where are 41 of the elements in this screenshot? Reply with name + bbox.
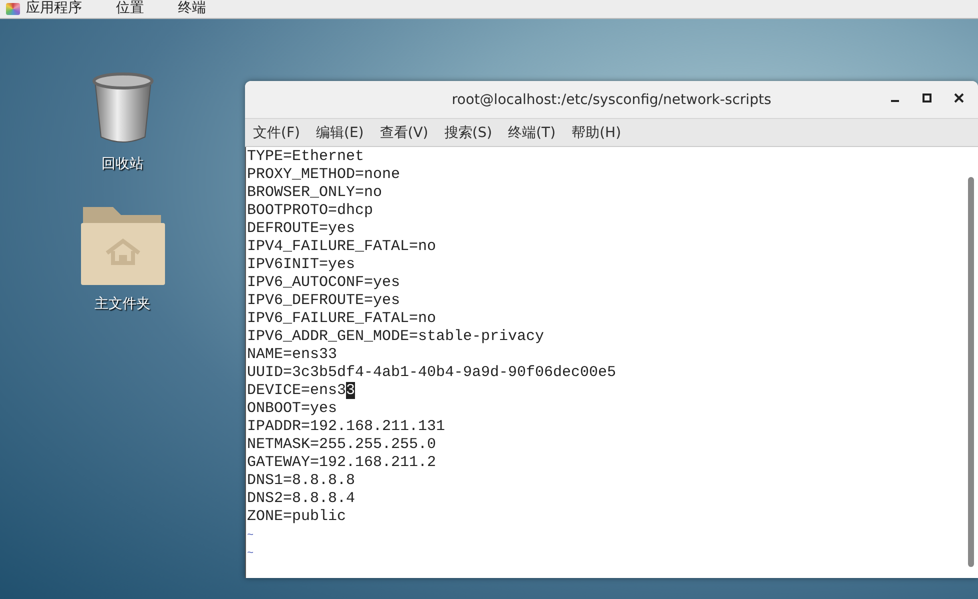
config-line: ZONE=public — [247, 508, 346, 525]
config-line: IPV4_FAILURE_FATAL=no — [247, 238, 436, 255]
top-bar-menu[interactable]: 位置 — [116, 0, 144, 18]
maximize-icon[interactable] — [922, 93, 932, 103]
config-line: DNS1=8.8.8.8 — [247, 472, 356, 489]
scrollbar-thumb[interactable] — [968, 177, 974, 567]
menu-item[interactable]: 帮助(H) — [572, 124, 622, 142]
menu-item[interactable]: 编辑(E) — [316, 124, 364, 142]
config-line: NETMASK=255.255.255.0 — [247, 436, 436, 453]
config-line: BOOTPROTO=dhcp — [247, 202, 374, 219]
config-line: ONBOOT=yes — [247, 400, 338, 417]
config-line: PROXY_METHOD=none — [247, 166, 400, 183]
empty-line-marker: ~ — [247, 548, 254, 560]
config-line: DNS2=8.8.8.4 — [247, 490, 356, 507]
text-cursor: 3 — [346, 382, 356, 399]
desktop-icon-label[interactable]: 主文件夹 — [94, 295, 150, 313]
config-line: TYPE=Ethernet — [247, 148, 364, 165]
menu-item[interactable]: 终端(T) — [508, 124, 556, 142]
top-bar-menu[interactable]: 终端 — [178, 0, 206, 18]
config-line: IPADDR=192.168.211.131 — [247, 418, 446, 435]
window-title: root@localhost:/etc/sysconfig/network-scripts — [452, 92, 772, 108]
config-line: NAME=ens33 — [247, 346, 338, 363]
config-line: IPV6_ADDR_GEN_MODE=stable-privacy — [247, 328, 544, 345]
config-line: BROWSER_ONLY=no — [247, 184, 382, 201]
config-line: DEVICE=ens3 — [247, 382, 346, 399]
config-line: DEFROUTE=yes — [247, 220, 356, 237]
menu-item[interactable]: 文件(F) — [253, 124, 300, 142]
top-bar-menu[interactable]: 应用程序 — [26, 0, 82, 18]
config-line: GATEWAY=192.168.211.2 — [247, 454, 436, 471]
menu-item[interactable]: 查看(V) — [380, 124, 428, 142]
menu-item[interactable]: 搜索(S) — [444, 124, 492, 142]
app-menu-icon[interactable] — [6, 3, 20, 15]
config-line: IPV6INIT=yes — [247, 256, 356, 273]
config-line: UUID=3c3b5df4-4ab1-40b4-9a9d-90f06dec00e5 — [247, 364, 616, 381]
trash-icon[interactable] — [90, 71, 154, 145]
config-line: IPV6_AUTOCONF=yes — [247, 274, 400, 291]
config-line: IPV6_DEFROUTE=yes — [247, 292, 400, 309]
empty-line-marker: ~ — [247, 530, 254, 542]
config-line: IPV6_FAILURE_FATAL=no — [247, 310, 436, 327]
close-icon[interactable] — [954, 93, 964, 103]
desktop-icon-label[interactable]: 回收站 — [102, 155, 144, 173]
